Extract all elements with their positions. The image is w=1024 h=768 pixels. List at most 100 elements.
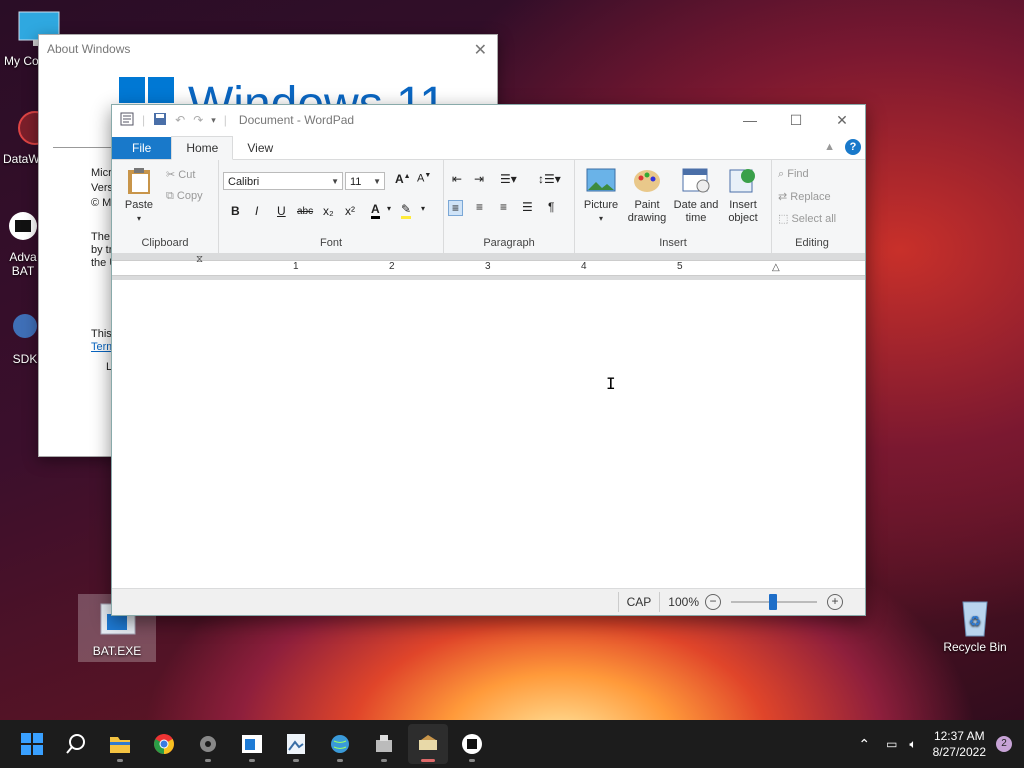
desktop-icon-label: Recycle Bin: [943, 640, 1007, 654]
taskbar-file-explorer[interactable]: [100, 724, 140, 764]
font-color-button[interactable]: A: [371, 202, 380, 219]
customize-qat-icon[interactable]: ▾: [211, 115, 216, 126]
search-button[interactable]: [56, 724, 96, 764]
save-icon[interactable]: [153, 112, 167, 129]
select-all-button[interactable]: ⬚ Select all: [778, 212, 836, 225]
start-button[interactable]: [12, 724, 52, 764]
replace-label: Replace: [790, 191, 831, 203]
maximize-button[interactable]: ☐: [773, 112, 819, 129]
taskbar-installer[interactable]: [364, 724, 404, 764]
superscript-button[interactable]: x²: [345, 204, 355, 218]
network-icon[interactable]: ▭: [886, 737, 897, 751]
bat-app-icon: [462, 734, 482, 754]
replace-icon: ⇄: [778, 191, 788, 203]
ruler[interactable]: 1 2 3 4 5 ⧖ △: [112, 254, 865, 280]
picture-button[interactable]: Picture ▾: [581, 166, 621, 225]
align-left-icon[interactable]: ≡: [448, 200, 464, 216]
group-clipboard: Paste ▾ ✂ Cut ⧉ Copy Clipboard: [112, 160, 219, 253]
bullet-list-icon[interactable]: ☰▾: [500, 172, 517, 186]
find-label: Find: [787, 168, 809, 180]
close-button[interactable]: ✕: [819, 112, 865, 129]
grow-font-button[interactable]: A▲: [395, 172, 411, 186]
desktop-icon-label: BAT.EXE: [92, 644, 142, 658]
subscript-button[interactable]: x₂: [323, 204, 334, 218]
date-label: Date and: [673, 199, 719, 211]
taskbar-bat[interactable]: [452, 724, 492, 764]
group-label: Editing: [795, 237, 829, 249]
replace-button[interactable]: ⇄ Replace: [778, 190, 831, 203]
taskbar-paint[interactable]: [276, 724, 316, 764]
align-right-icon[interactable]: ≡: [500, 200, 507, 214]
minimize-ribbon-icon[interactable]: ▲: [824, 141, 835, 153]
group-label: Paragraph: [483, 237, 535, 249]
chevron-down-icon[interactable]: ▾: [421, 204, 425, 213]
volume-icon[interactable]: 🔈︎: [909, 737, 916, 752]
taskbar-settings[interactable]: [188, 724, 228, 764]
divider: [53, 147, 113, 148]
copy-label: Copy: [176, 190, 203, 202]
cut-button[interactable]: ✂ Cut: [166, 168, 195, 181]
date-time-button[interactable]: Date and time: [671, 166, 721, 225]
increase-indent-icon[interactable]: ⇥: [474, 172, 484, 186]
zoom-slider-thumb[interactable]: [769, 594, 777, 610]
zoom-slider[interactable]: [731, 594, 817, 610]
insert-object-button[interactable]: Insert object: [723, 166, 763, 225]
tab-home[interactable]: Home: [171, 136, 234, 160]
wordpad-icon: [419, 735, 437, 750]
highlight-icon[interactable]: ✎: [401, 202, 412, 219]
notification-badge[interactable]: 2: [996, 736, 1012, 752]
clock[interactable]: 12:37 AM 8/27/2022: [933, 728, 986, 760]
paragraph-settings-icon[interactable]: ¶: [548, 200, 554, 214]
italic-button[interactable]: I: [255, 204, 258, 218]
tab-file[interactable]: File: [112, 137, 172, 159]
window-app-icon: [242, 735, 262, 753]
chevron-down-icon[interactable]: ▾: [387, 204, 391, 213]
line-spacing-icon[interactable]: ↕☰▾: [538, 172, 561, 186]
chevron-up-icon[interactable]: ⌃: [858, 736, 870, 753]
date: 8/27/2022: [932, 745, 986, 759]
paint-drawing-button[interactable]: Paint drawing: [625, 166, 669, 225]
right-indent-marker-icon[interactable]: △: [772, 262, 780, 273]
divider: [617, 592, 619, 612]
strikethrough-button[interactable]: abc: [297, 206, 313, 217]
zoom-out-icon[interactable]: −: [705, 594, 721, 610]
underline-button[interactable]: U: [277, 204, 286, 218]
divider: [659, 592, 661, 612]
paste-button[interactable]: Paste ▾: [122, 166, 156, 225]
help-icon[interactable]: ?: [845, 139, 861, 155]
about-text: The: [91, 231, 110, 243]
wordpad-titlebar: | ↶ ↷ ▾ | Document - WordPad — ☐ ✕: [112, 105, 865, 135]
justify-icon[interactable]: ☰: [522, 200, 533, 214]
zoom-in-icon[interactable]: +: [827, 594, 843, 610]
align-center-icon[interactable]: ≡: [476, 200, 483, 214]
paste-label: Paste: [124, 199, 154, 211]
document-editor[interactable]: [112, 281, 865, 589]
scissors-icon: ✂: [166, 169, 176, 181]
tab-view[interactable]: View: [233, 137, 287, 159]
close-icon[interactable]: ✕: [474, 40, 487, 60]
chevron-down-icon: ▼: [373, 177, 381, 186]
copy-button[interactable]: ⧉ Copy: [166, 190, 203, 203]
taskbar-chrome[interactable]: [144, 724, 184, 764]
decrease-indent-icon[interactable]: ⇤: [452, 172, 462, 186]
paint-label: Paint: [634, 199, 660, 211]
desktop-icon-recycle-bin[interactable]: ♻ Recycle Bin: [940, 596, 1010, 654]
bold-button[interactable]: B: [231, 204, 240, 218]
find-button[interactable]: ⌕ Find: [778, 168, 809, 181]
font-family-select[interactable]: Calibri ▼: [223, 172, 343, 190]
undo-icon[interactable]: ↶: [175, 113, 185, 127]
installer-icon: [376, 735, 392, 752]
font-size-select[interactable]: 11 ▼: [345, 172, 385, 190]
paint-label-2: drawing: [627, 212, 667, 224]
taskbar-wordpad[interactable]: [408, 724, 448, 764]
shrink-font-button[interactable]: A▼: [417, 172, 431, 185]
redo-icon[interactable]: ↷: [193, 113, 203, 127]
minimize-button[interactable]: —: [727, 112, 773, 129]
indent-marker-icon[interactable]: ⧖: [196, 254, 203, 265]
about-title: About Windows: [47, 42, 131, 56]
taskbar-network-app[interactable]: [320, 724, 360, 764]
font-family-value: Calibri: [228, 176, 260, 188]
zoom-level: 100%: [668, 595, 699, 609]
taskbar-app[interactable]: [232, 724, 272, 764]
wordpad-app-icon[interactable]: [120, 112, 134, 129]
